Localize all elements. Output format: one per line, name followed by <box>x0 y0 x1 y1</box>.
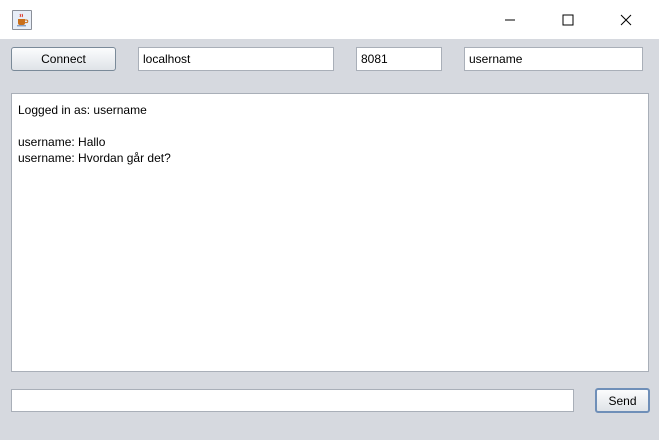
message-input[interactable] <box>11 389 574 412</box>
chat-client-window: Connect localhost 8081 username Logged i… <box>0 0 659 440</box>
username-field[interactable]: username <box>464 47 643 71</box>
title-bar <box>0 0 659 39</box>
maximize-button[interactable] <box>545 0 591 39</box>
minimize-icon <box>505 19 515 20</box>
chat-message: username: Hvordan går det? <box>18 151 171 165</box>
login-status-line: Logged in as: username <box>18 103 147 117</box>
connect-button[interactable]: Connect <box>11 47 116 71</box>
maximize-icon <box>562 14 574 25</box>
chat-log[interactable]: Logged in as: username username: Hallo u… <box>11 93 649 372</box>
send-button[interactable]: Send <box>595 388 650 413</box>
minimize-button[interactable] <box>487 0 533 39</box>
close-icon <box>620 14 632 25</box>
close-button[interactable] <box>603 0 649 39</box>
chat-message: username: Hallo <box>18 135 106 149</box>
chat-spacer <box>18 118 642 134</box>
port-field[interactable]: 8081 <box>356 47 442 71</box>
host-field[interactable]: localhost <box>138 47 334 71</box>
java-cup-icon[interactable] <box>12 10 32 30</box>
